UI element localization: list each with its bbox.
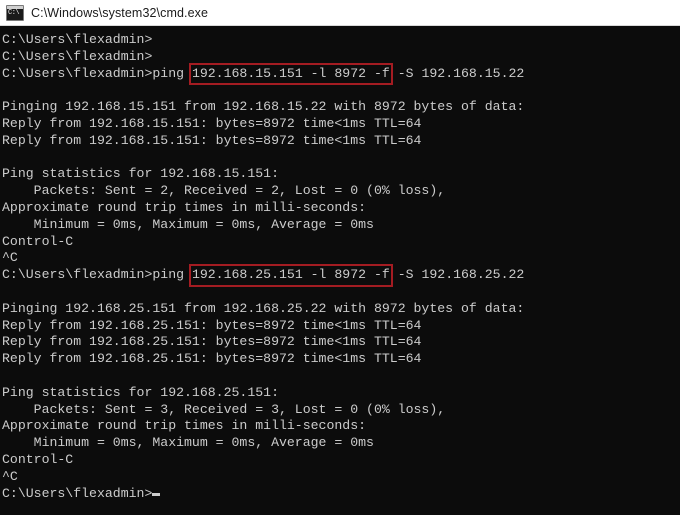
text-cursor <box>152 492 161 496</box>
console-output-line: Approximate round trip times in milli-se… <box>2 418 367 434</box>
console-output-line: ^C <box>2 468 18 484</box>
console-command-line: C:\Users\flexadmin>ping 192.168.25.151 -… <box>2 264 680 287</box>
console-output-line: Reply from 192.168.25.151: bytes=8972 ti… <box>2 334 422 350</box>
console-prompt-line: C:\Users\flexadmin> <box>2 48 153 64</box>
console-prompt-text: C:\Users\flexadmin> <box>2 485 153 501</box>
console-output-line: Minimum = 0ms, Maximum = 0ms, Average = … <box>2 435 374 451</box>
console-output-line: Ping statistics for 192.168.15.151: <box>2 166 279 182</box>
console-output-area[interactable]: C:\Users\flexadmin> C:\Users\flexadmin> C:… <box>0 26 680 515</box>
console-output-line: Reply from 192.168.25.151: bytes=8972 ti… <box>2 351 422 367</box>
highlighted-ping-arguments: 192.168.25.151 -l 8972 -f <box>188 264 393 287</box>
console-command-suffix: -S 192.168.25.22 <box>389 267 525 283</box>
console-output-line: Ping statistics for 192.168.25.151: <box>2 384 279 400</box>
cmd-icon-prompt-glyph: C:\ <box>8 8 20 17</box>
console-command-suffix: -S 192.168.15.22 <box>389 65 525 81</box>
console-output-line: Control-C <box>2 451 74 467</box>
console-output-line: ^C <box>2 250 18 266</box>
console-output-line: Packets: Sent = 3, Received = 3, Lost = … <box>2 401 446 417</box>
console-prompt-prefix: C:\Users\flexadmin>ping <box>2 65 192 81</box>
window-title-text: C:\Windows\system32\cmd.exe <box>31 5 209 20</box>
console-output-line: Packets: Sent = 2, Received = 2, Lost = … <box>2 183 446 199</box>
window-title-bar[interactable]: C:\ C:\Windows\system32\cmd.exe <box>0 0 680 26</box>
console-prompt-prefix: C:\Users\flexadmin>ping <box>2 267 192 283</box>
console-output-line: Minimum = 0ms, Maximum = 0ms, Average = … <box>2 216 374 232</box>
console-output-line: Pinging 192.168.25.151 from 192.168.25.2… <box>2 300 525 316</box>
console-output-line: Reply from 192.168.15.151: bytes=8972 ti… <box>2 115 422 131</box>
cmd-console-icon: C:\ <box>6 4 24 21</box>
highlighted-ping-arguments: 192.168.15.151 -l 8972 -f <box>188 62 393 86</box>
console-prompt-line: C:\Users\flexadmin> <box>2 32 153 47</box>
cmd-window: C:\ C:\Windows\system32\cmd.exe C:\Users… <box>0 0 680 515</box>
console-command-line: C:\Users\flexadmin>ping 192.168.15.151 -… <box>2 62 680 86</box>
console-output-line: Control-C <box>2 233 74 249</box>
console-output-line: Reply from 192.168.25.151: bytes=8972 ti… <box>2 317 422 333</box>
console-active-prompt-line: C:\Users\flexadmin> <box>2 486 680 503</box>
console-output-line: Approximate round trip times in milli-se… <box>2 199 367 215</box>
console-output-line: Reply from 192.168.15.151: bytes=8972 ti… <box>2 132 422 148</box>
console-output-line: Pinging 192.168.15.151 from 192.168.15.2… <box>2 99 525 115</box>
